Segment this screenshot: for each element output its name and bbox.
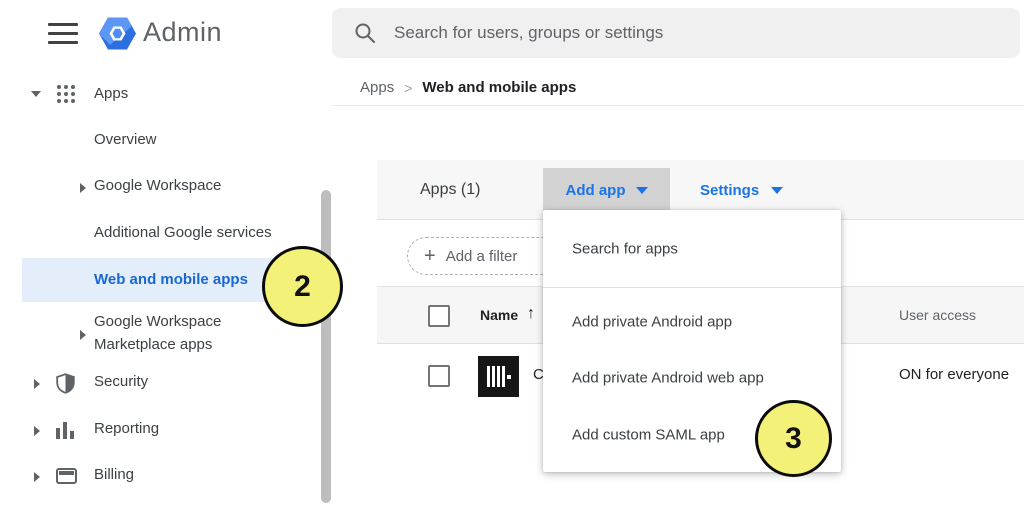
bar-chart-icon [56, 422, 74, 439]
chevron-right-icon [34, 426, 40, 436]
user-access-value: ON for everyone [899, 366, 1009, 383]
apps-grid-icon [57, 85, 75, 103]
menu-item-add-private-android-web-app[interactable]: Add private Android web app [543, 370, 841, 387]
sidebar-scrollbar[interactable] [321, 190, 331, 503]
sidebar-item-security[interactable]: Security [0, 373, 320, 395]
settings-label: Settings [700, 182, 759, 199]
sidebar-item-overview[interactable]: Overview [0, 131, 320, 153]
sidebar-item-marketplace-apps[interactable]: Google Workspace Marketplace apps [0, 310, 320, 356]
apps-count-title: Apps (1) [420, 160, 480, 220]
search-icon [354, 22, 376, 44]
add-filter-label: Add a filter [446, 248, 518, 265]
breadcrumb-current: Web and mobile apps [422, 79, 576, 96]
search-input[interactable] [394, 23, 954, 43]
breadcrumb-parent-link[interactable]: Apps [360, 79, 394, 96]
chevron-right-icon [34, 379, 40, 389]
billing-card-icon [56, 468, 77, 484]
brand-title: Admin [143, 17, 222, 48]
sidebar-item-google-workspace[interactable]: Google Workspace [0, 177, 320, 199]
breadcrumb-divider [332, 105, 1024, 106]
admin-console-page: Admin Apps > Web and mobile apps Apps Ov… [0, 0, 1024, 509]
hamburger-menu-icon[interactable] [48, 23, 78, 44]
sidebar-item-billing[interactable]: Billing [0, 466, 320, 488]
plus-icon: + [424, 245, 436, 268]
app-logo-icon [478, 356, 519, 397]
google-admin-logo-icon [97, 13, 138, 59]
select-all-checkbox[interactable] [428, 305, 450, 327]
add-app-label: Add app [566, 182, 626, 199]
chevron-right-icon [80, 183, 86, 193]
sidebar-item-apps[interactable]: Apps [0, 80, 320, 108]
shield-icon [56, 373, 75, 399]
add-filter-chip[interactable]: + Add a filter [407, 237, 559, 275]
sidebar-item-label: Apps [94, 85, 128, 102]
add-app-button[interactable]: Add app [543, 168, 670, 212]
chevron-down-icon [636, 187, 648, 194]
breadcrumb-separator: > [404, 80, 412, 96]
sidebar-item-reporting[interactable]: Reporting [0, 420, 320, 442]
row-checkbox[interactable] [428, 365, 450, 387]
menu-item-search-for-apps[interactable]: Search for apps [543, 241, 841, 258]
chevron-down-icon [771, 187, 783, 194]
column-header-user-access[interactable]: User access [899, 307, 976, 323]
chevron-right-icon [34, 472, 40, 482]
column-header-name[interactable]: Name [480, 307, 518, 323]
annotation-step-2: 2 [262, 246, 343, 327]
global-search-bar[interactable] [332, 8, 1020, 58]
sidebar-item-additional-google-services[interactable]: Additional Google services [0, 224, 320, 246]
menu-divider [543, 287, 841, 288]
breadcrumb: Apps > Web and mobile apps [360, 79, 576, 96]
chevron-down-icon [31, 91, 41, 97]
menu-item-add-private-android-app[interactable]: Add private Android app [543, 314, 841, 331]
chevron-right-icon [80, 330, 86, 340]
annotation-step-3: 3 [755, 400, 832, 477]
sort-ascending-icon[interactable]: ↑ [527, 305, 535, 323]
